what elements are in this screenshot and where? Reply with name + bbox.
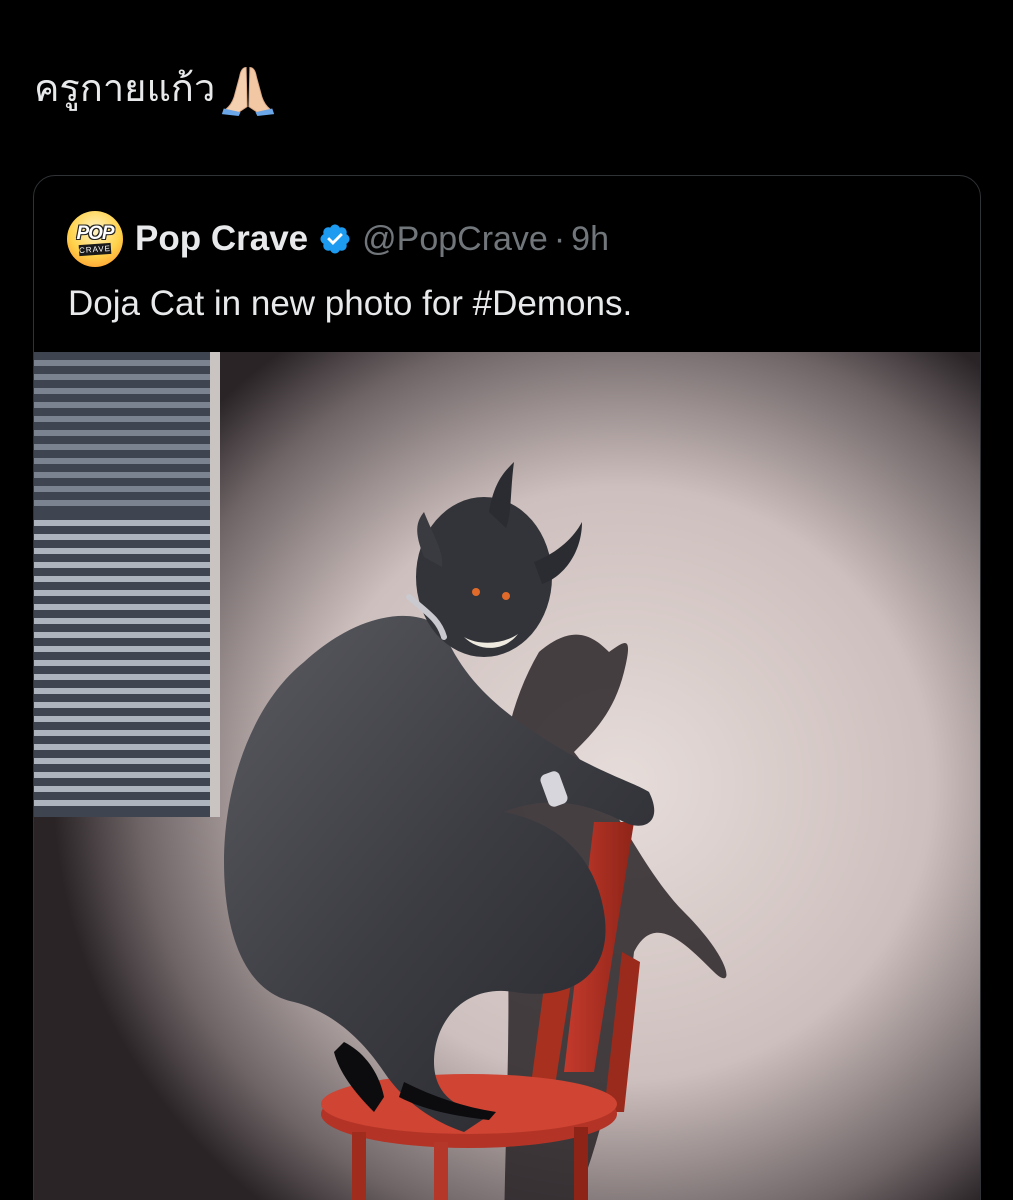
timestamp[interactable]: 9h (571, 220, 609, 259)
separator-dot: · (553, 219, 566, 258)
quoted-tweet-header: POP CRAVE Pop Crave @PopCrave · 9h (67, 211, 609, 267)
avatar-logo-pop: POP (76, 223, 114, 244)
quoted-tweet-card[interactable]: POP CRAVE Pop Crave @PopCrave · 9h Doja … (33, 175, 981, 1200)
tweet-photo[interactable] (34, 352, 980, 1200)
quoted-tweet-text: Doja Cat in new photo for #Demons. (68, 284, 633, 323)
avatar[interactable]: POP CRAVE (67, 211, 123, 267)
post-text-content: ครูกายแก้ว (34, 66, 216, 110)
avatar-logo-crave: CRAVE (78, 242, 112, 257)
handle[interactable]: @PopCrave (362, 220, 548, 259)
verified-badge-icon (320, 224, 350, 254)
tweet-screen: ครูกายแก้ว POP CRAVE Pop Crave @PopCrave… (0, 0, 1013, 1200)
folded-hands-emoji-icon (222, 66, 275, 116)
display-name[interactable]: Pop Crave (135, 219, 308, 259)
post-text: ครูกายแก้ว (34, 60, 277, 116)
window-blinds (34, 352, 220, 817)
